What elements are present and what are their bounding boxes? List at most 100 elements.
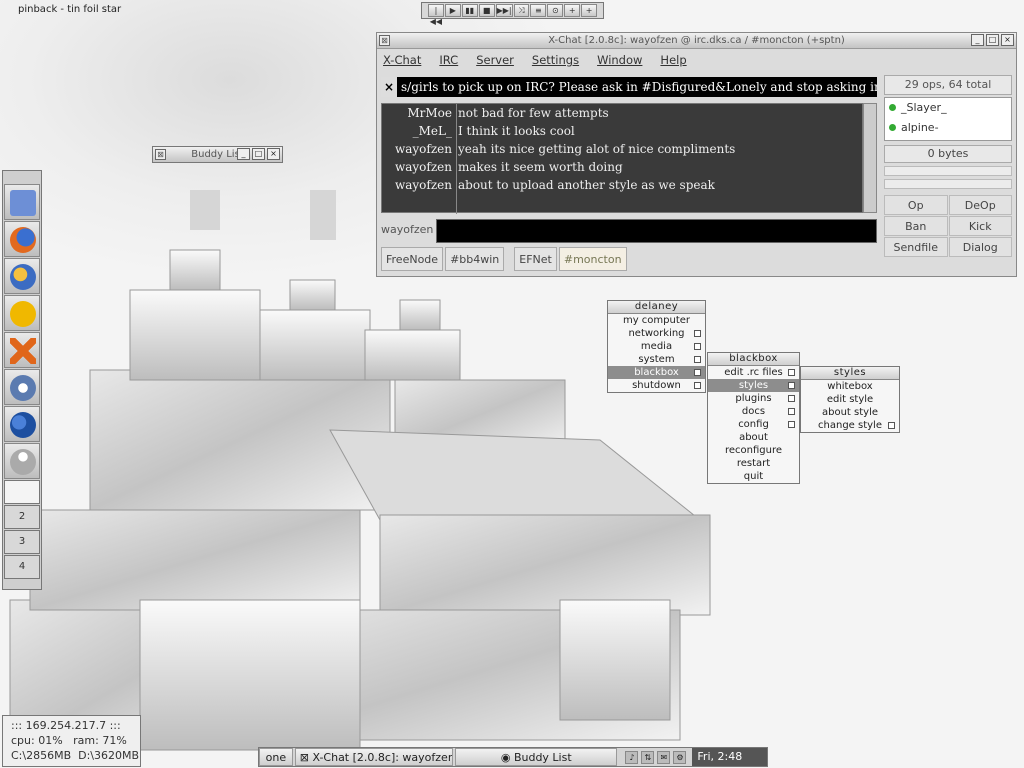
chat-line: wayofzen about to upload another style as… xyxy=(382,176,862,194)
menu-item-reconfigure[interactable]: reconfigure xyxy=(708,444,799,457)
dock-app-2[interactable] xyxy=(4,258,40,294)
chat-line: wayofzen makes it seem worth doing xyxy=(382,158,862,176)
dock-app-4[interactable] xyxy=(4,332,40,368)
playlist-button[interactable]: ≡ xyxy=(530,4,547,17)
sendfile-button[interactable]: Sendfile xyxy=(884,237,948,257)
menu-item-restart[interactable]: restart xyxy=(708,457,799,470)
root-menu: delaney my computer networking media sys… xyxy=(607,300,706,393)
chat-scrollbar[interactable] xyxy=(863,103,877,213)
xchat-window: ⊠ X-Chat [2.0.8c]: wayofzen @ irc.dks.ca… xyxy=(376,32,1017,277)
nick-button[interactable]: wayofzen xyxy=(381,223,433,236)
menu-item-media[interactable]: media xyxy=(608,340,705,353)
menu-window[interactable]: Window xyxy=(597,53,642,71)
deop-button[interactable]: DeOp xyxy=(948,195,1012,215)
op-button[interactable]: Op xyxy=(884,195,948,215)
user-icon xyxy=(10,449,36,475)
message-input[interactable] xyxy=(436,219,877,243)
topic-text: s/girls to pick up on IRC? Please ask in… xyxy=(401,80,877,94)
dock-app-5[interactable] xyxy=(4,369,40,405)
tab-efnet[interactable]: EFNet xyxy=(514,247,557,271)
menu-item-my-computer[interactable]: my computer xyxy=(608,314,705,327)
my-computer-icon xyxy=(10,190,36,216)
menu-item-about[interactable]: about xyxy=(708,431,799,444)
now-playing-text: pinback - tin foil star xyxy=(18,4,122,15)
maximize-button[interactable]: □ xyxy=(252,148,265,160)
pidgin-icon xyxy=(10,412,36,438)
user-list[interactable]: _Slayer_ alpine- xyxy=(884,97,1012,141)
tab-freenode[interactable]: FreeNode xyxy=(381,247,444,271)
topic-close-button[interactable]: × xyxy=(381,77,397,97)
menu-item-edit-style[interactable]: edit style xyxy=(801,393,899,406)
add-button[interactable]: + xyxy=(581,4,598,17)
desktop-3[interactable]: 3 xyxy=(4,530,40,554)
buddy-list-titlebar[interactable]: ⊠ Buddy List _ □ × xyxy=(152,146,283,163)
menu-xchat[interactable]: X-Chat xyxy=(383,53,421,71)
previous-button[interactable]: |◀◀ xyxy=(428,4,444,26)
menu-item-whitebox[interactable]: whitebox xyxy=(801,380,899,393)
bytes-counter: 0 bytes xyxy=(884,145,1012,163)
tray-network-icon[interactable]: ⇅ xyxy=(641,750,655,764)
chat-message: I think it looks cool xyxy=(458,124,575,138)
menu-help[interactable]: Help xyxy=(660,53,686,71)
menu-server[interactable]: Server xyxy=(476,53,514,71)
next-button[interactable]: ▶▶| xyxy=(495,4,513,17)
pause-button[interactable]: ▮▮ xyxy=(461,4,478,17)
tab-moncton[interactable]: #moncton xyxy=(558,247,627,271)
minimize-button[interactable]: _ xyxy=(971,34,984,46)
volume-up-button[interactable]: + xyxy=(564,4,581,17)
desktop-1[interactable]: 1 xyxy=(4,480,40,504)
menu-item-shutdown[interactable]: shutdown xyxy=(608,379,705,392)
tab-bb4win[interactable]: #bb4win xyxy=(445,247,505,271)
menu-item-about-style[interactable]: about style xyxy=(801,406,899,419)
menu-item-edit-rc-files[interactable]: edit .rc files xyxy=(708,366,799,379)
play-button[interactable]: ▶ xyxy=(444,4,461,17)
workspace-label[interactable]: one xyxy=(259,748,293,766)
desktop-4[interactable]: 4 xyxy=(4,555,40,579)
close-button[interactable]: × xyxy=(1001,34,1014,46)
topic-bar[interactable]: × s/girls to pick up on IRC? Please ask i… xyxy=(381,77,877,97)
menu-item-quit[interactable]: quit xyxy=(708,470,799,483)
dock-app-3[interactable] xyxy=(4,295,40,331)
chat-nick: wayofzen xyxy=(394,160,452,174)
user-list-item[interactable]: _Slayer_ xyxy=(885,98,1011,118)
user-list-item[interactable]: alpine- xyxy=(885,118,1011,138)
dock-app-1[interactable] xyxy=(4,221,40,257)
menu-item-docs[interactable]: docs xyxy=(708,405,799,418)
menu-item-blackbox[interactable]: blackbox xyxy=(608,366,705,379)
desktop-2[interactable]: 2 xyxy=(4,505,40,529)
menu-item-networking[interactable]: networking xyxy=(608,327,705,340)
xchat-titlebar[interactable]: ⊠ X-Chat [2.0.8c]: wayofzen @ irc.dks.ca… xyxy=(377,33,1016,49)
disk-d: D:\3620MB xyxy=(78,749,140,762)
menu-item-plugins[interactable]: plugins xyxy=(708,392,799,405)
minimize-button[interactable]: _ xyxy=(237,148,250,160)
dock-app-0[interactable] xyxy=(4,184,40,220)
tray-settings-icon[interactable]: ⚙ xyxy=(673,750,687,764)
task-xchat[interactable]: ⊠ X-Chat [2.0.8c]: wayofzen ... xyxy=(294,748,454,766)
window-menu-icon[interactable]: ⊠ xyxy=(155,149,166,160)
clock: Fri, 2:48 AM xyxy=(692,748,767,768)
tray-volume-icon[interactable]: ♪ xyxy=(625,750,639,764)
dock-app-6[interactable] xyxy=(4,406,40,442)
dialog-button[interactable]: Dialog xyxy=(948,237,1012,257)
maximize-button[interactable]: □ xyxy=(986,34,999,46)
dock-app-7[interactable] xyxy=(4,443,40,479)
ban-button[interactable]: Ban xyxy=(884,216,948,236)
window-menu-icon[interactable]: ⊠ xyxy=(379,35,390,46)
tray-chat-icon[interactable]: ✉ xyxy=(657,750,671,764)
repeat-button[interactable]: ⊙ xyxy=(547,4,564,17)
menu-item-config[interactable]: config xyxy=(708,418,799,431)
shuffle-button[interactable]: ⤨ xyxy=(513,4,530,17)
menu-item-styles[interactable]: styles xyxy=(708,379,799,392)
menu-settings[interactable]: Settings xyxy=(532,53,579,71)
menu-item-change-style[interactable]: change style xyxy=(801,419,899,432)
menu-item-system[interactable]: system xyxy=(608,353,705,366)
kick-button[interactable]: Kick xyxy=(948,216,1012,236)
chat-log[interactable]: MrMoe not bad for few attempts _MeL_ I thi… xyxy=(381,103,863,214)
dock-handle[interactable] xyxy=(3,171,41,183)
task-buddy-list[interactable]: ◉ Buddy List xyxy=(455,748,618,766)
menu-irc[interactable]: IRC xyxy=(439,53,458,71)
thunderbird-icon xyxy=(10,264,36,290)
stop-button[interactable]: ■ xyxy=(478,4,495,17)
close-button[interactable]: × xyxy=(267,148,280,160)
chat-nick: MrMoe xyxy=(407,106,452,120)
